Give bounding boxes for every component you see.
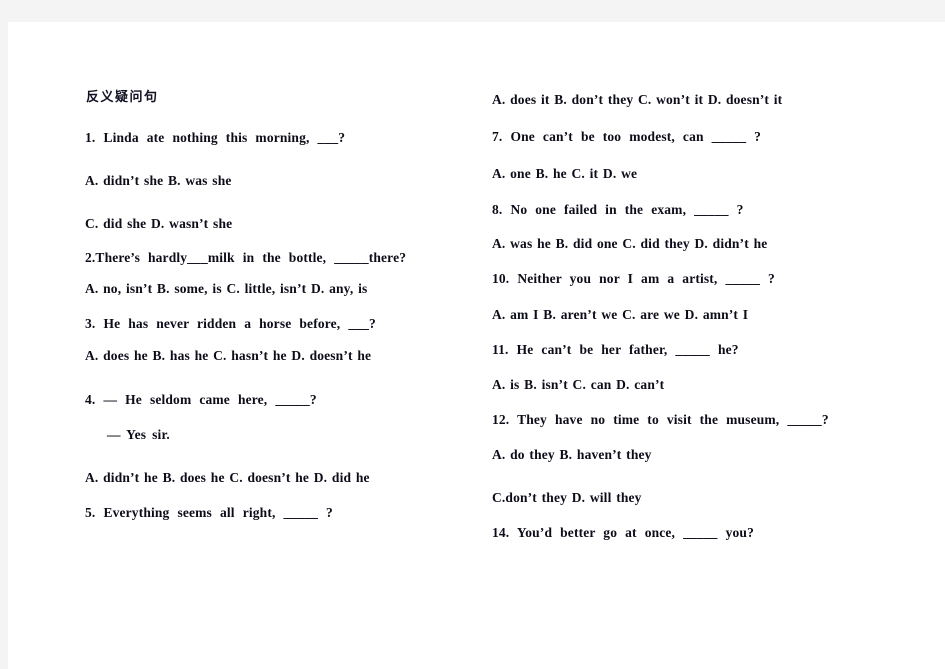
page-title: 反义疑问句 (86, 89, 159, 104)
q7-opt: A. one B. he C. it D. we (492, 166, 638, 181)
q14-stem: 14. You’d better go at once, _____ you? (492, 525, 754, 540)
q2-stem: 2.There’s hardly___milk in the bottle, _… (85, 250, 407, 265)
q3-opt: A. does he B. has he C. hasn’t he D. doe… (85, 348, 372, 363)
q11-opt: A. is B. isn’t C. can D. can’t (492, 377, 665, 392)
q11-stem: 11. He can’t be her father, _____ he? (492, 342, 739, 357)
q4-opt: A. didn’t he B. does he C. doesn’t he D.… (85, 470, 370, 485)
q3-stem: 3. He has never ridden a horse before, _… (85, 316, 376, 331)
q5-stem: 5. Everything seems all right, _____ ? (85, 505, 333, 520)
q4-stem: 4. — He seldom came here, _____? (85, 392, 317, 407)
q1-opt-cd: C. did she D. wasn’t she (85, 216, 233, 231)
q1-stem: 1. Linda ate nothing this morning, ___? (85, 130, 346, 145)
q6-opt: A. does it B. don’t they C. won’t it D. … (492, 92, 783, 107)
q12-opt-ab: A. do they B. haven’t they (492, 447, 652, 462)
q10-opt: A. am I B. aren’t we C. are we D. amn’t … (492, 307, 749, 322)
q4-reply: — Yes sir. (107, 427, 170, 442)
q2-opt: A. no, isn’t B. some, is C. little, isn’… (85, 281, 368, 296)
q10-stem: 10. Neither you nor I am a artist, _____… (492, 271, 775, 286)
q7-stem: 7. One can’t be too modest, can _____ ? (492, 129, 762, 144)
q1-opt-ab: A. didn’t she B. was she (85, 173, 232, 188)
q12-opt-cd: C.don’t they D. will they (492, 490, 642, 505)
scanned-page: 反义疑问句 1. Linda ate nothing this morning,… (8, 22, 945, 669)
q12-stem: 12. They have no time to visit the museu… (492, 412, 829, 427)
q8-opt: A. was he B. did one C. did they D. didn… (492, 236, 768, 251)
q8-stem: 8. No one failed in the exam, _____ ? (492, 202, 744, 217)
